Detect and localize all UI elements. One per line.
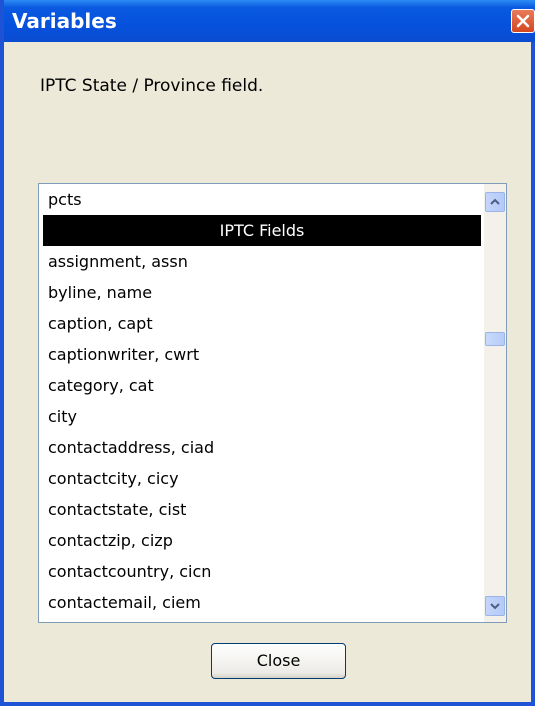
- list-item[interactable]: category, cat: [39, 370, 485, 401]
- list-item[interactable]: byline, name: [39, 277, 485, 308]
- window-close-button[interactable]: [511, 9, 535, 33]
- scroll-up-button[interactable]: [485, 192, 505, 212]
- vertical-scrollbar[interactable]: [484, 184, 506, 622]
- scroll-down-button[interactable]: [485, 596, 505, 616]
- list-item[interactable]: contactstate, cist: [39, 494, 485, 525]
- list-item[interactable]: contactaddress, ciad: [39, 432, 485, 463]
- title-bar[interactable]: Variables: [4, 0, 535, 42]
- variables-listbox[interactable]: pcts IPTC Fields assignment, assn byline, n…: [38, 183, 507, 623]
- list-item[interactable]: captionwriter, cwrt: [39, 339, 485, 370]
- list-item[interactable]: contactcountry, cicn: [39, 556, 485, 587]
- variables-list: pcts IPTC Fields assignment, assn byline, n…: [39, 184, 485, 622]
- close-icon: [516, 14, 530, 28]
- list-item[interactable]: contactphone, ciph: [39, 618, 485, 622]
- window-title: Variables: [12, 9, 117, 33]
- chevron-up-icon: [490, 198, 500, 205]
- list-item[interactable]: contactcity, cicy: [39, 463, 485, 494]
- variables-dialog: Variables IPTC State / Province field. p…: [0, 0, 535, 706]
- list-item[interactable]: contactzip, cizp: [39, 525, 485, 556]
- list-item[interactable]: assignment, assn: [39, 246, 485, 277]
- list-item[interactable]: pcts: [39, 184, 485, 215]
- field-description: IPTC State / Province field.: [40, 76, 264, 96]
- scroll-thumb[interactable]: [485, 332, 505, 346]
- chevron-down-icon: [490, 603, 500, 610]
- list-item[interactable]: caption, capt: [39, 308, 485, 339]
- close-button[interactable]: Close: [211, 643, 346, 679]
- list-group-header: IPTC Fields: [43, 215, 481, 246]
- list-item[interactable]: city: [39, 401, 485, 432]
- list-item[interactable]: contactemail, ciem: [39, 587, 485, 618]
